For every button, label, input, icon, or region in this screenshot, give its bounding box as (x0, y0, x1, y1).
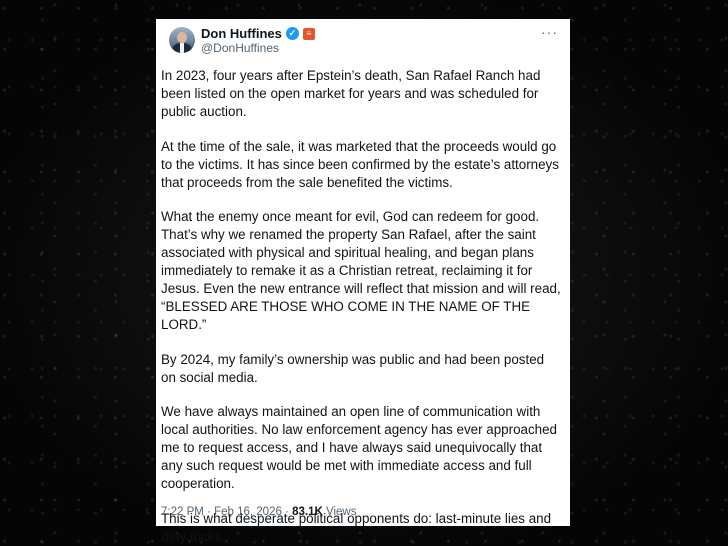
tweet-paragraph: By 2024, my family’s ownership was publi… (161, 351, 545, 385)
tweet-meta: 7:22 PM · Feb 16, 2026 · 83.1K Views (161, 506, 356, 518)
tweet-header: Don Huffines ✓ ≡ @DonHuffines ··· (161, 19, 562, 67)
tweet-body: In 2023, four years after Epstein’s deat… (161, 67, 562, 546)
tweet-paragraph: At the time of the sale, it was marketed… (161, 138, 559, 190)
author-handle[interactable]: @DonHuffines (201, 41, 279, 55)
name-row: Don Huffines ✓ ≡ (201, 26, 315, 41)
views-label: Views (326, 506, 357, 518)
tweet-paragraph: We have always maintained an open line o… (161, 404, 557, 491)
tweet-time[interactable]: 7:22 PM (161, 506, 204, 518)
tweet-paragraph: In 2023, four years after Epstein’s deat… (161, 68, 541, 119)
meta-separator: · (207, 506, 211, 518)
tweet-card: Don Huffines ✓ ≡ @DonHuffines ··· In 202… (156, 19, 570, 544)
tweet-date[interactable]: Feb 16, 2026 (214, 506, 282, 518)
avatar[interactable] (169, 27, 195, 53)
meta-separator: · (285, 506, 289, 518)
affiliation-badge-icon[interactable]: ≡ (302, 27, 315, 40)
more-options-icon[interactable]: ··· (541, 24, 558, 40)
avatar-head (177, 32, 187, 43)
tweet-paragraph: What the enemy once meant for evil, God … (161, 209, 561, 332)
verified-badge-icon: ✓ (285, 27, 299, 40)
author-name[interactable]: Don Huffines (201, 26, 282, 41)
avatar-shirt (180, 43, 184, 53)
views-count: 83.1K (292, 506, 323, 518)
